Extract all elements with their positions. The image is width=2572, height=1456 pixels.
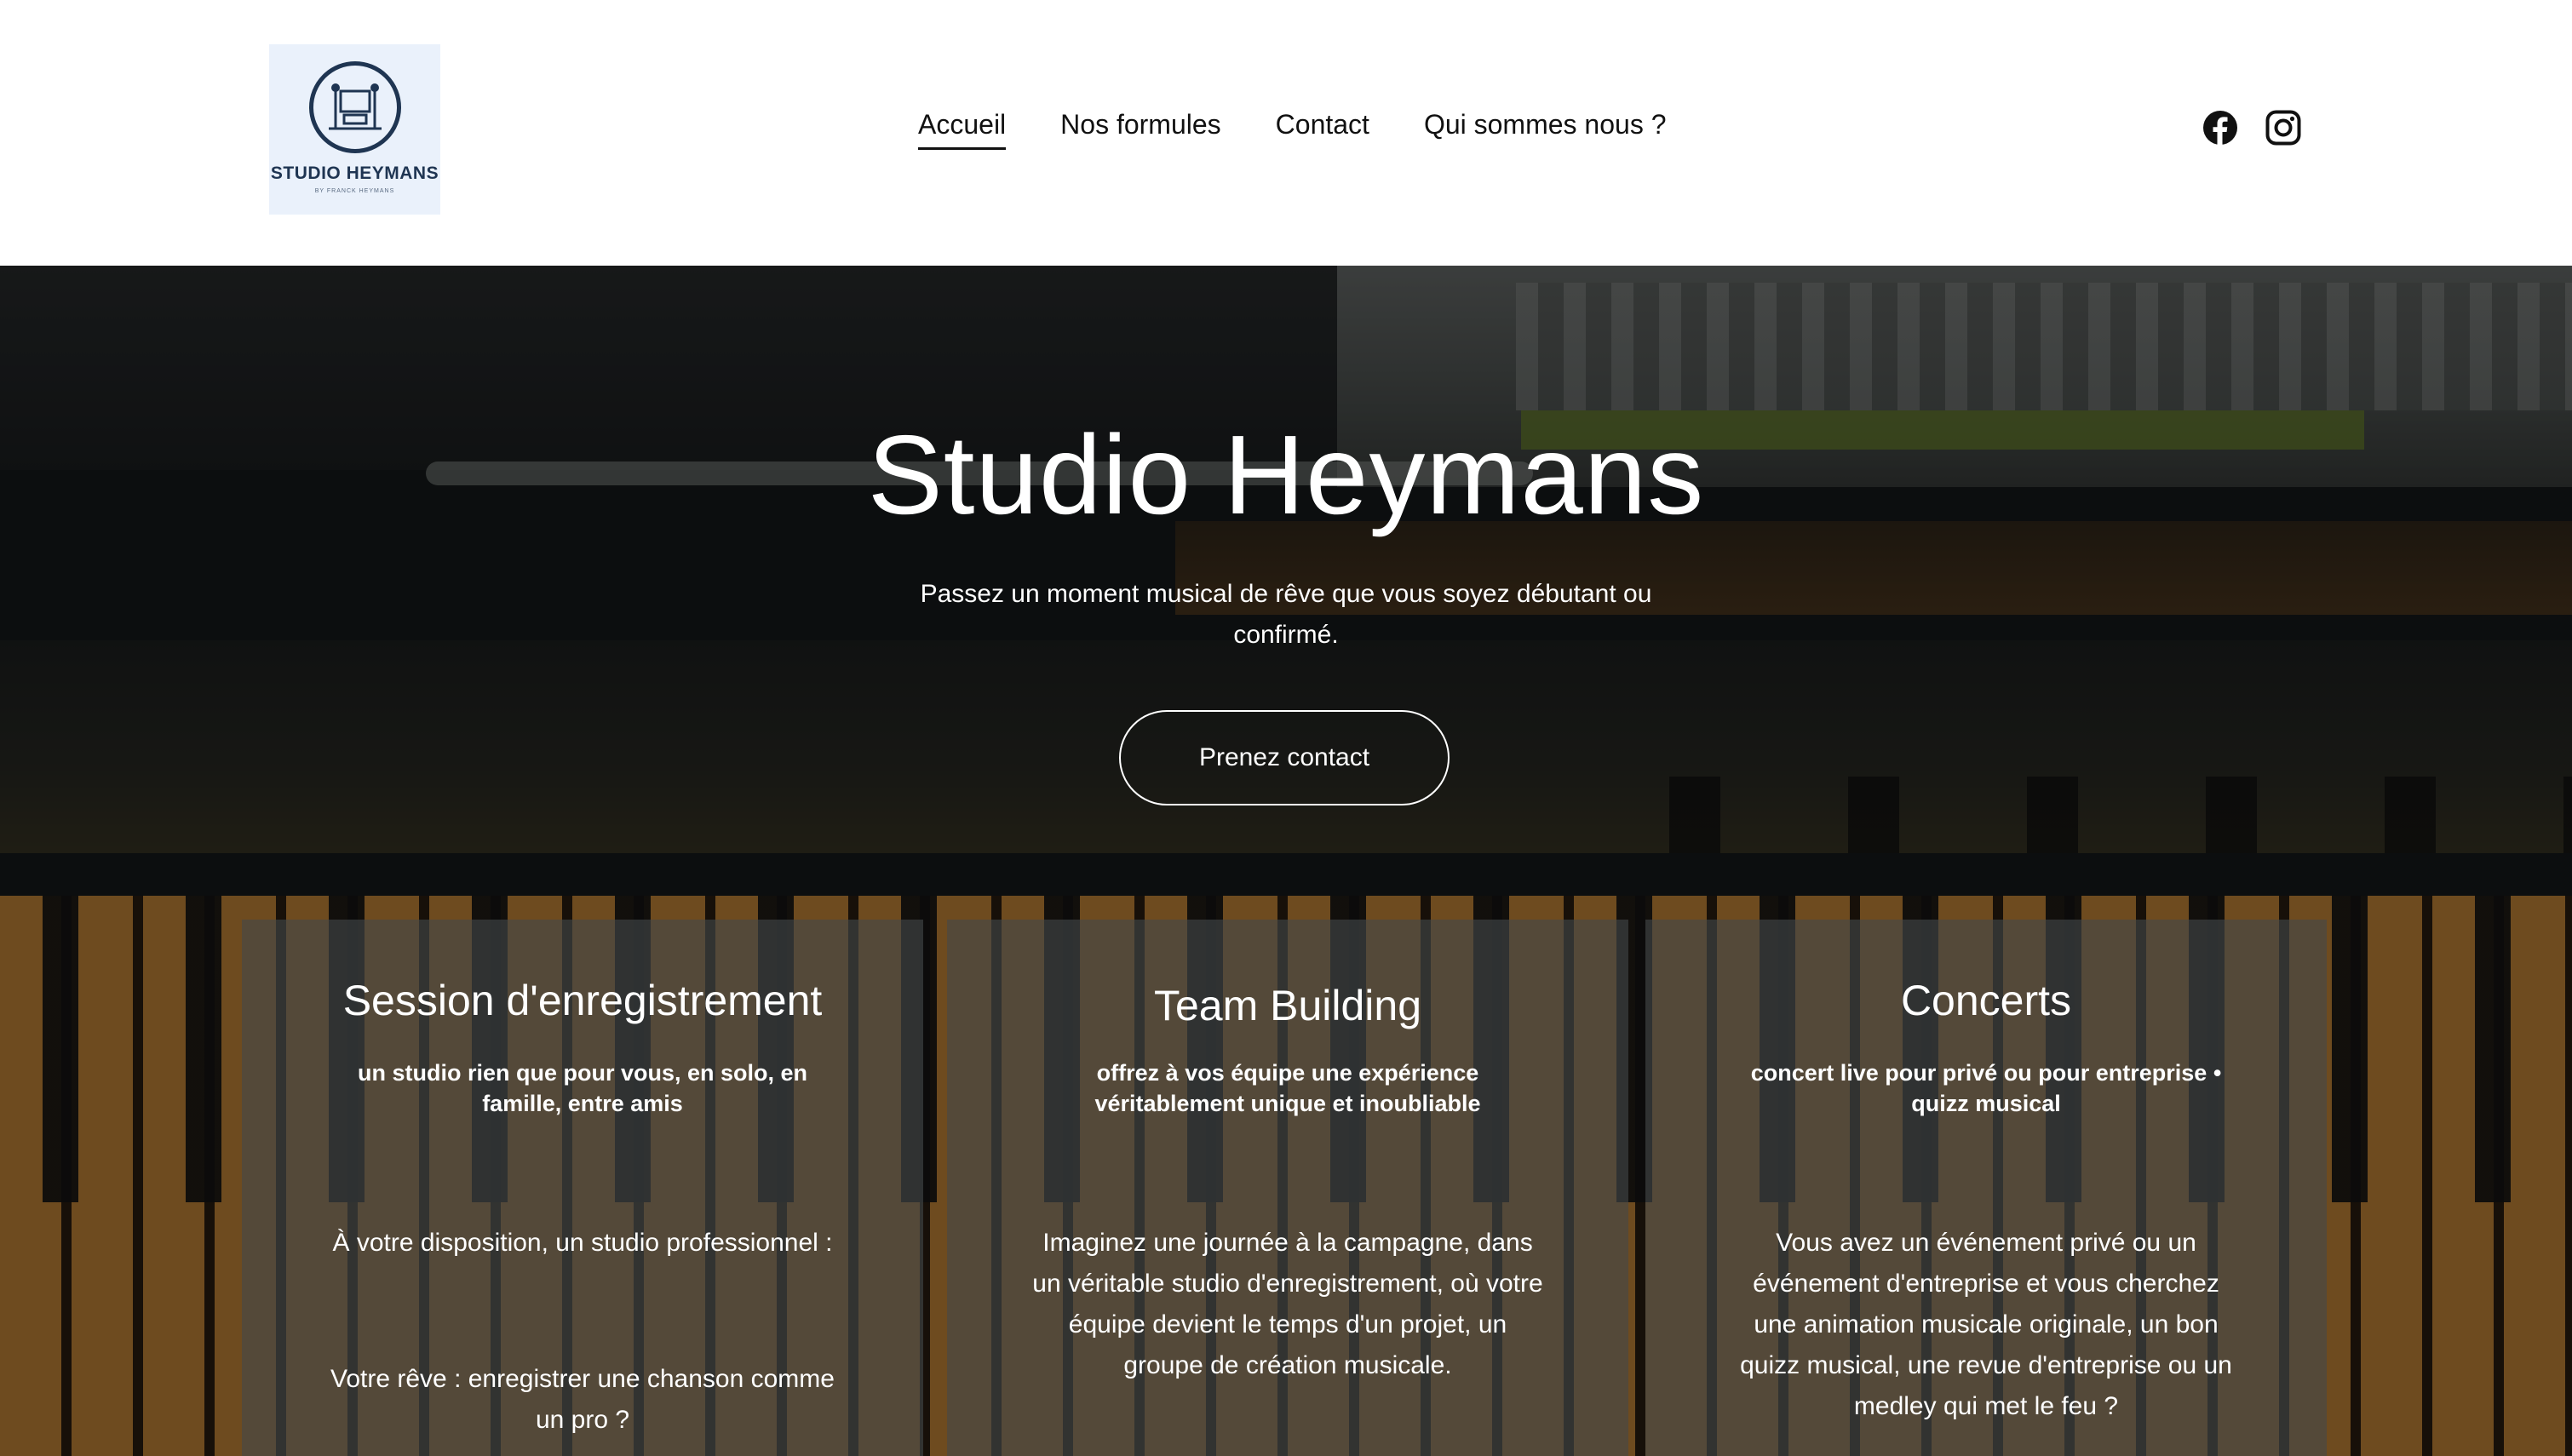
card-paragraph: À votre disposition, un studio professio… (332, 1229, 833, 1257)
service-card-concerts: Concerts concert live pour privé ou pour… (1645, 920, 2327, 1456)
hero-section: Studio Heymans Passez un moment musical … (0, 266, 2572, 1456)
card-paragraph: Imaginez une journée à la campagne, dans… (1032, 1229, 1543, 1379)
card-title: Concerts (1900, 977, 2072, 1024)
card-paragraph: Vous avez un événement privé ou un événe… (1740, 1229, 2232, 1420)
instagram-icon[interactable] (2265, 110, 2301, 146)
studio-equipment-icon (308, 61, 401, 153)
logo-subtitle: BY FRANCK HEYMANS (314, 188, 395, 194)
nav-item-accueil[interactable]: Accueil (918, 109, 1007, 150)
card-tagline: concert live pour privé ou pour entrepri… (1750, 1060, 2222, 1116)
site-logo[interactable]: STUDIO HEYMANS BY FRANCK HEYMANS (269, 44, 440, 215)
service-card-team-building: Team Building offrez à vos équipe une ex… (947, 920, 1628, 1456)
main-nav: Accueil Nos formules Contact Qui sommes … (918, 109, 1667, 150)
hero-title: Studio Heymans (867, 412, 1705, 537)
card-title: Session d'enregistrement (342, 977, 823, 1024)
service-card-enregistrement: Session d'enregistrement un studio rien … (242, 920, 923, 1456)
nav-item-nos-formules[interactable]: Nos formules (1060, 109, 1221, 150)
nav-item-qui-sommes-nous[interactable]: Qui sommes nous ? (1424, 109, 1667, 150)
site-header: STUDIO HEYMANS BY FRANCK HEYMANS Accueil… (0, 0, 2572, 266)
social-links (2202, 110, 2301, 146)
logo-title: STUDIO HEYMANS (270, 163, 439, 183)
nav-item-contact[interactable]: Contact (1276, 109, 1369, 150)
card-paragraph: Votre rêve : enregistrer une chanson com… (330, 1365, 835, 1434)
facebook-icon[interactable] (2202, 110, 2238, 146)
card-title: Team Building (1153, 982, 1422, 1029)
hero-subtitle: Passez un moment musical de rêve que vou… (920, 580, 1652, 649)
card-tagline: offrez à vos équipe une expérience vérit… (1094, 1060, 1481, 1116)
contact-button[interactable]: Prenez contact (1119, 710, 1450, 805)
card-tagline: un studio rien que pour vous, en solo, e… (357, 1060, 808, 1116)
